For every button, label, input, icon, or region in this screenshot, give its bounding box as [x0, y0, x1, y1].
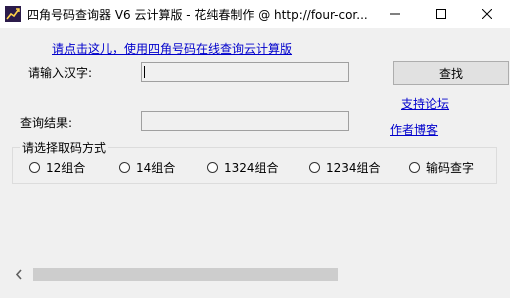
radio-label: 1234组合 — [326, 161, 381, 175]
app-icon — [5, 6, 21, 22]
title-bar: 四角号码查询器 V6 云计算版 - 花纯春制作 @ http://four-co… — [0, 0, 510, 28]
radio-label: 14组合 — [136, 161, 176, 175]
minimize-icon — [390, 13, 400, 15]
radio-1234[interactable]: 1234组合 — [309, 159, 381, 176]
radio-1324[interactable]: 1324组合 — [207, 159, 279, 176]
scrollbar-thumb[interactable] — [33, 268, 338, 281]
result-field[interactable] — [141, 111, 349, 131]
radio-circle — [207, 162, 218, 173]
close-icon — [482, 9, 492, 19]
result-label: 查询结果: — [20, 116, 73, 130]
close-button[interactable] — [464, 0, 510, 28]
radio-label: 12组合 — [46, 161, 86, 175]
forum-link[interactable]: 支持论坛 — [401, 95, 449, 112]
search-button[interactable]: 查找 — [393, 61, 509, 85]
radio-label: 输码查字 — [426, 161, 475, 175]
radio-circle — [309, 162, 320, 173]
radio-circle — [29, 162, 40, 173]
maximize-icon — [436, 9, 446, 19]
code-mode-group-title: 请选择取码方式 — [20, 139, 109, 156]
radio-14[interactable]: 14组合 — [119, 159, 175, 176]
chinese-char-input[interactable] — [141, 62, 349, 82]
radio-label: 1324组合 — [224, 161, 279, 175]
scroll-left-icon[interactable] — [14, 268, 24, 281]
horizontal-scrollbar[interactable] — [10, 266, 500, 283]
radio-input-code[interactable]: 输码查字 — [409, 159, 474, 176]
input-label: 请输入汉字: — [28, 66, 93, 80]
text-caret — [144, 66, 145, 78]
maximize-button[interactable] — [418, 0, 464, 28]
radio-12[interactable]: 12组合 — [29, 159, 85, 176]
online-query-link[interactable]: 请点击这儿，使用四角号码在线查询云计算版 — [52, 40, 292, 57]
radio-circle — [119, 162, 130, 173]
radio-circle — [409, 162, 420, 173]
window-title: 四角号码查询器 V6 云计算版 - 花纯春制作 @ http://four-co… — [27, 8, 368, 22]
author-blog-link[interactable]: 作者博客 — [390, 121, 438, 138]
minimize-button[interactable] — [372, 0, 418, 28]
